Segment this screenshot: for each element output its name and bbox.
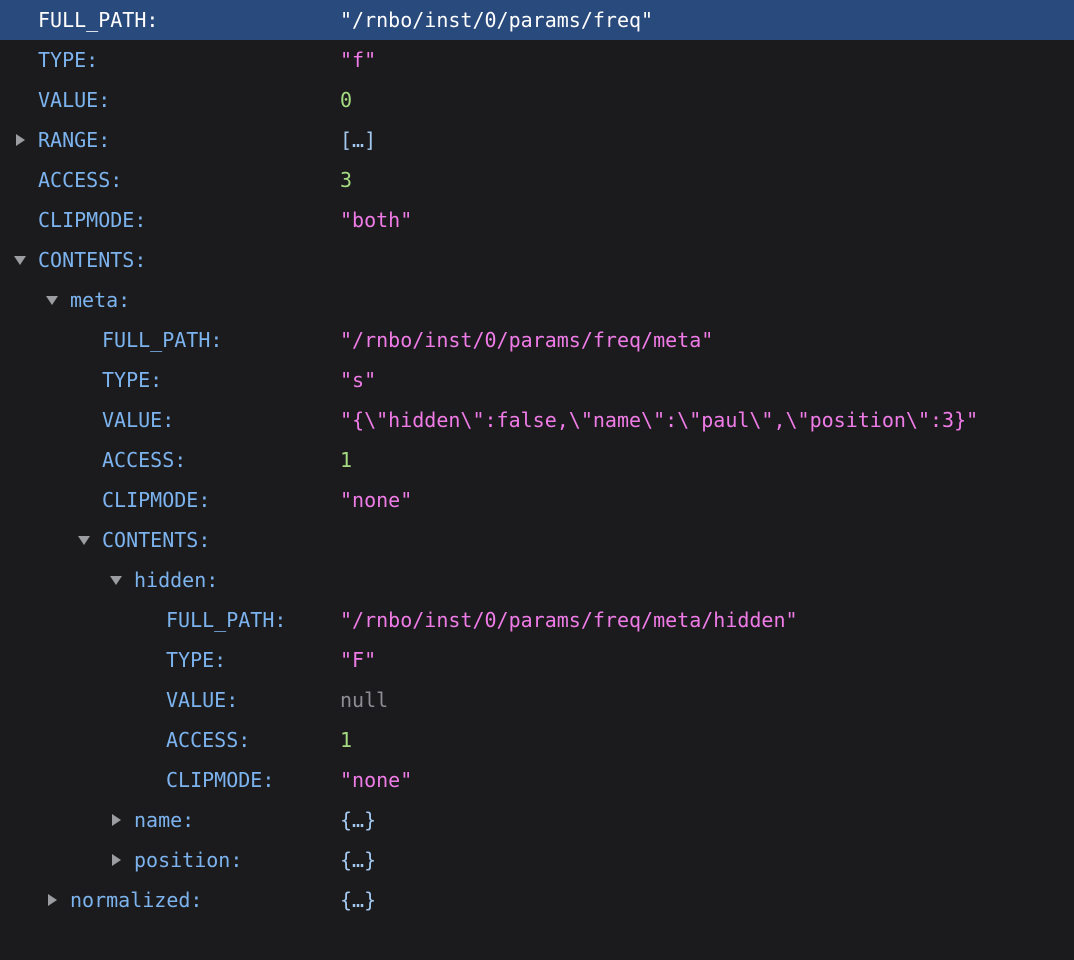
tree-row-normalized[interactable]: normalized: {…} bbox=[0, 880, 1074, 920]
caret-down-icon[interactable] bbox=[12, 240, 28, 280]
property-value: "none" bbox=[340, 488, 413, 512]
caret-down-icon[interactable] bbox=[76, 520, 92, 560]
property-key: normalized: bbox=[70, 888, 203, 912]
property-key: VALUE: bbox=[166, 688, 239, 712]
property-key: FULL_PATH: bbox=[102, 328, 223, 352]
property-key: ACCESS: bbox=[166, 728, 251, 752]
property-key: TYPE: bbox=[38, 48, 99, 72]
caret-right-icon[interactable] bbox=[12, 120, 28, 160]
property-value: "both" bbox=[340, 208, 413, 232]
property-key: TYPE: bbox=[102, 368, 163, 392]
caret-right-icon[interactable] bbox=[108, 800, 124, 840]
property-value[interactable]: […] bbox=[340, 120, 376, 160]
tree-row-clipmode[interactable]: CLIPMODE: "none" bbox=[0, 480, 1074, 520]
property-value[interactable]: {…} bbox=[340, 800, 376, 840]
tree-row-full-path[interactable]: FULL_PATH: "/rnbo/inst/0/params/freq/meta… bbox=[0, 320, 1074, 360]
property-value: "{\"hidden\":false,\"name\":\"paul\",\"p… bbox=[340, 408, 979, 432]
property-key: CONTENTS: bbox=[38, 248, 147, 272]
tree-row-range[interactable]: RANGE: […] bbox=[0, 120, 1074, 160]
tree-row-clipmode[interactable]: CLIPMODE: "none" bbox=[0, 760, 1074, 800]
tree-row-contents[interactable]: CONTENTS: bbox=[0, 520, 1074, 560]
caret-down-icon[interactable] bbox=[108, 560, 124, 600]
property-value: 0 bbox=[340, 88, 353, 112]
tree-row-type[interactable]: TYPE: "F" bbox=[0, 640, 1074, 680]
tree-row-type[interactable]: TYPE: "s" bbox=[0, 360, 1074, 400]
tree-row-access[interactable]: ACCESS: 1 bbox=[0, 440, 1074, 480]
property-key: TYPE: bbox=[166, 648, 227, 672]
caret-right-icon[interactable] bbox=[108, 840, 124, 880]
tree-row-meta[interactable]: meta: bbox=[0, 280, 1074, 320]
tree-row-type[interactable]: TYPE: "f" bbox=[0, 40, 1074, 80]
property-value: "/rnbo/inst/0/params/freq/meta/hidden" bbox=[340, 608, 798, 632]
property-key: ACCESS: bbox=[102, 448, 187, 472]
property-value[interactable]: {…} bbox=[340, 880, 376, 920]
property-value: 3 bbox=[340, 168, 353, 192]
property-key: ACCESS: bbox=[38, 168, 123, 192]
property-key: RANGE: bbox=[38, 128, 111, 152]
property-key: CONTENTS: bbox=[102, 528, 211, 552]
property-key: CLIPMODE: bbox=[102, 488, 211, 512]
caret-down-icon[interactable] bbox=[44, 280, 60, 320]
tree-row-value[interactable]: VALUE: 0 bbox=[0, 80, 1074, 120]
property-value: null bbox=[340, 688, 389, 712]
property-key: CLIPMODE: bbox=[38, 208, 147, 232]
property-key: position: bbox=[134, 848, 243, 872]
property-value: "F" bbox=[340, 648, 377, 672]
tree-row-hidden[interactable]: hidden: bbox=[0, 560, 1074, 600]
tree-row-access[interactable]: ACCESS: 1 bbox=[0, 720, 1074, 760]
tree-row-full-path[interactable]: FULL_PATH: "/rnbo/inst/0/params/freq" bbox=[0, 0, 1074, 40]
property-key: hidden: bbox=[134, 568, 219, 592]
tree-row-full-path[interactable]: FULL_PATH: "/rnbo/inst/0/params/freq/meta… bbox=[0, 600, 1074, 640]
tree-row-value[interactable]: VALUE: "{\"hidden\":false,\"name\":\"paul… bbox=[0, 400, 1074, 440]
property-value[interactable]: {…} bbox=[340, 840, 376, 880]
property-value: "/rnbo/inst/0/params/freq" bbox=[340, 8, 654, 32]
property-key: name: bbox=[134, 808, 195, 832]
property-value: 1 bbox=[340, 728, 353, 752]
property-key: meta: bbox=[70, 288, 131, 312]
tree-row-value[interactable]: VALUE: null bbox=[0, 680, 1074, 720]
property-key: VALUE: bbox=[102, 408, 175, 432]
property-value: "s" bbox=[340, 368, 377, 392]
property-key: CLIPMODE: bbox=[166, 768, 275, 792]
property-value: "/rnbo/inst/0/params/freq/meta" bbox=[340, 328, 714, 352]
property-value: "none" bbox=[340, 768, 413, 792]
tree-row-name[interactable]: name: {…} bbox=[0, 800, 1074, 840]
tree-row-clipmode[interactable]: CLIPMODE: "both" bbox=[0, 200, 1074, 240]
caret-right-icon[interactable] bbox=[44, 880, 60, 920]
property-key: FULL_PATH: bbox=[38, 8, 159, 32]
json-tree-viewer: FULL_PATH: "/rnbo/inst/0/params/freq" TYPE… bbox=[0, 0, 1074, 960]
tree-row-contents[interactable]: CONTENTS: bbox=[0, 240, 1074, 280]
tree-row-access[interactable]: ACCESS: 3 bbox=[0, 160, 1074, 200]
property-key: VALUE: bbox=[38, 88, 111, 112]
tree-row-position[interactable]: position: {…} bbox=[0, 840, 1074, 880]
property-value: "f" bbox=[340, 48, 377, 72]
property-value: 1 bbox=[340, 448, 353, 472]
property-key: FULL_PATH: bbox=[166, 608, 287, 632]
